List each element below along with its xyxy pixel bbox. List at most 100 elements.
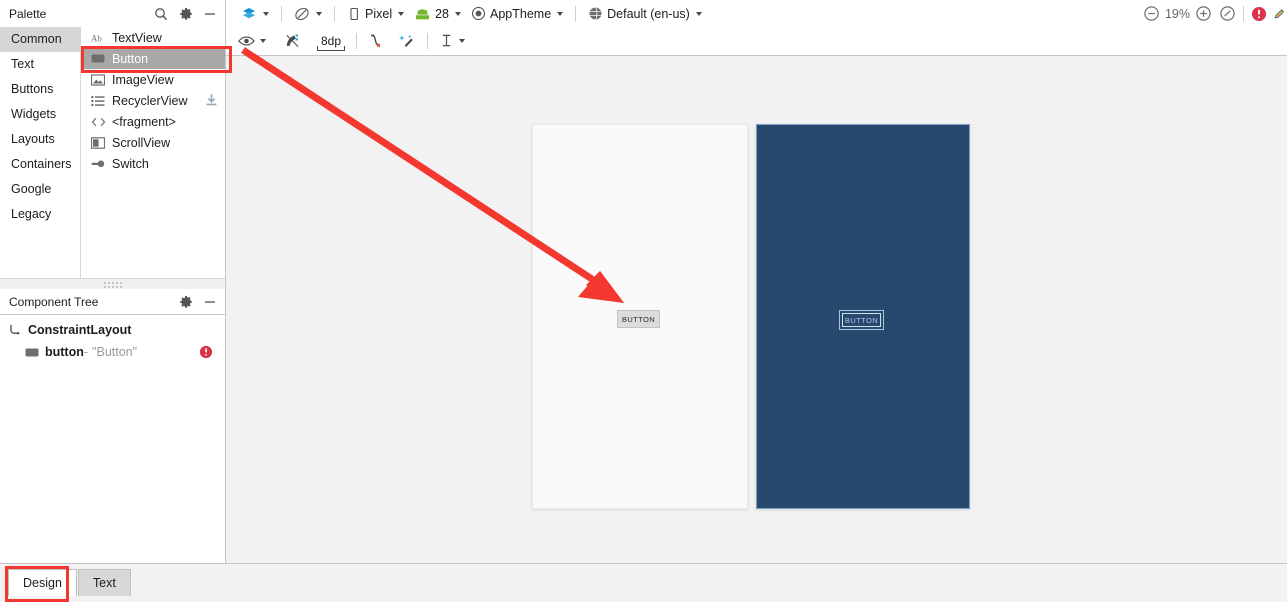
view-options-button[interactable] <box>234 32 270 50</box>
fragment-icon <box>90 114 106 130</box>
imageview-icon <box>90 72 106 88</box>
gear-icon[interactable] <box>179 295 193 309</box>
theme-label: AppTheme <box>490 6 552 21</box>
tree-node-button[interactable]: button - "Button" <box>0 341 225 363</box>
component-tree-body: ConstraintLayout button - "Button" <box>0 315 225 566</box>
toolbar-divider <box>334 5 335 22</box>
api-level-label: 28 <box>435 6 449 21</box>
zoom-out-icon[interactable] <box>1143 5 1160 22</box>
infer-constraints-icon <box>399 33 416 49</box>
editor-bottom-bar: Design Text <box>0 563 1287 602</box>
palette-panel-header: Palette <box>0 0 226 27</box>
splitter-grip <box>103 281 122 288</box>
palette-item-fragment[interactable]: <fragment> <box>81 111 225 132</box>
autoconnect-button[interactable] <box>280 31 305 51</box>
margin-underline <box>317 50 346 51</box>
minimize-icon[interactable] <box>204 296 216 308</box>
zoom-level-label: 19% <box>1164 6 1190 21</box>
toolbar-divider <box>281 5 282 22</box>
toolbar-divider <box>575 5 577 22</box>
tree-node-label: button <box>45 345 84 359</box>
category-label: Buttons <box>11 82 54 96</box>
tree-node-dash: - <box>83 345 89 359</box>
locale-label: Default (en-us) <box>607 6 690 21</box>
default-margin-button[interactable]: 8dp <box>313 30 349 52</box>
globe-icon <box>588 6 603 21</box>
tab-label: Design <box>23 576 62 590</box>
minimize-icon[interactable] <box>204 8 216 20</box>
gear-icon[interactable] <box>179 7 193 21</box>
edit-pencil-icon[interactable] <box>1273 7 1287 21</box>
switch-icon <box>90 156 106 172</box>
palette-item-button[interactable]: Button <box>81 48 225 69</box>
zoom-to-fit-icon[interactable] <box>1219 5 1236 22</box>
chevron-down-icon <box>260 39 266 43</box>
widget-button-blueprint[interactable]: BUTTON <box>839 310 884 330</box>
search-icon[interactable] <box>154 7 168 21</box>
scrollview-icon <box>90 135 106 151</box>
button-icon <box>24 344 40 360</box>
palette-category-google[interactable]: Google <box>0 177 80 202</box>
svg-text:Ab: Ab <box>91 33 102 43</box>
palette-item-label: ScrollView <box>112 135 171 150</box>
palette-item-textview[interactable]: Ab TextView <box>81 27 225 48</box>
zoom-in-icon[interactable] <box>1195 5 1212 22</box>
chevron-down-icon <box>455 11 461 16</box>
tree-node-constraintlayout[interactable]: ConstraintLayout <box>0 319 225 341</box>
api-level-selector[interactable]: 28 <box>409 3 466 24</box>
chevron-down-icon <box>398 11 405 16</box>
design-mode-selector[interactable] <box>236 3 274 24</box>
error-badge-icon[interactable] <box>1251 6 1267 22</box>
palette-category-buttons[interactable]: Buttons <box>0 77 80 102</box>
palette-category-legacy[interactable]: Legacy <box>0 202 80 227</box>
left-panel: Common Text Buttons Widgets Layouts Cont… <box>0 27 226 566</box>
device-preview-blueprint[interactable]: BUTTON <box>756 124 970 509</box>
palette-category-containers[interactable]: Containers <box>0 152 80 177</box>
phone-icon <box>347 7 361 21</box>
palette-item-scrollview[interactable]: ScrollView <box>81 132 225 153</box>
button-icon <box>90 51 106 67</box>
chevron-down-icon <box>263 11 269 16</box>
device-preview-design[interactable]: BUTTON <box>532 124 748 509</box>
top-bar: Palette Pixel 28 AppTheme Default (en-us… <box>0 0 1287 28</box>
palette-item-recyclerview[interactable]: RecyclerView <box>81 90 225 111</box>
android-icon <box>414 7 431 21</box>
palette-body: Common Text Buttons Widgets Layouts Cont… <box>0 27 225 278</box>
constraintlayout-icon <box>7 322 23 338</box>
chevron-down-icon <box>557 11 564 16</box>
palette-title: Palette <box>9 6 47 21</box>
category-label: Text <box>11 57 34 71</box>
category-label: Containers <box>11 157 72 171</box>
theme-selector[interactable]: AppTheme <box>466 3 568 24</box>
orientation-selector[interactable] <box>289 3 327 24</box>
editor-tabs: Design Text <box>8 569 132 596</box>
guidelines-button[interactable] <box>435 31 469 51</box>
palette-category-common[interactable]: Common <box>0 27 80 52</box>
widget-button-design[interactable]: BUTTON <box>617 310 660 328</box>
palette-item-switch[interactable]: Switch <box>81 153 225 174</box>
toolbar-divider <box>356 33 358 49</box>
palette-category-list: Common Text Buttons Widgets Layouts Cont… <box>0 27 81 278</box>
tree-node-value: "Button" <box>92 345 138 359</box>
palette-category-widgets[interactable]: Widgets <box>0 102 80 127</box>
android-studio-layout-editor: Palette Pixel 28 AppTheme Default (en-us… <box>0 0 1287 602</box>
palette-item-imageview[interactable]: ImageView <box>81 69 225 90</box>
palette-category-text[interactable]: Text <box>0 52 80 77</box>
chevron-down-icon <box>316 11 322 16</box>
palette-category-layouts[interactable]: Layouts <box>0 127 80 152</box>
tab-design[interactable]: Design <box>8 569 77 596</box>
download-icon[interactable] <box>205 93 218 110</box>
locale-selector[interactable]: Default (en-us) <box>583 3 707 24</box>
widget-button-label: BUTTON <box>621 314 656 324</box>
toolbar-divider <box>1243 5 1244 22</box>
design-canvas[interactable]: BUTTON BUTTON <box>226 56 1287 563</box>
error-badge-icon[interactable] <box>199 345 213 362</box>
palette-item-label: ImageView <box>112 72 174 87</box>
clear-constraints-button[interactable] <box>364 31 389 51</box>
infer-constraints-button[interactable] <box>395 31 420 51</box>
tab-text[interactable]: Text <box>77 569 131 596</box>
tree-node-label: ConstraintLayout <box>28 323 132 337</box>
widget-button-blueprint-inner-border <box>842 313 881 327</box>
margin-label: 8dp <box>321 34 342 48</box>
device-selector[interactable]: Pixel <box>342 3 409 24</box>
